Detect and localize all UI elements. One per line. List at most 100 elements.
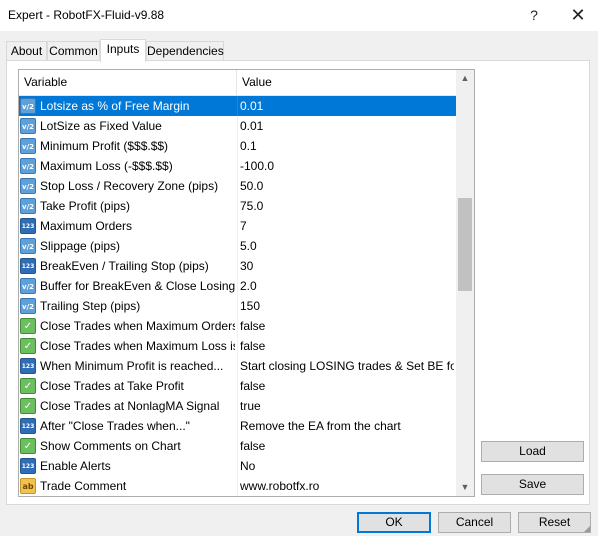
double-type-icon: v/2 bbox=[20, 138, 36, 154]
column-divider bbox=[237, 396, 238, 416]
variable-value[interactable]: 0.1 bbox=[239, 136, 454, 156]
table-row[interactable]: 123 BreakEven / Trailing Stop (pips) 30 bbox=[19, 256, 456, 276]
table-row[interactable]: v/2 Minimum Profit ($$$.$$) 0.1 bbox=[19, 136, 456, 156]
variable-name: Close Trades when Maximum Loss is r... bbox=[40, 339, 235, 353]
table-row[interactable]: v/2 Trailing Step (pips) 150 bbox=[19, 296, 456, 316]
resize-grip-icon[interactable]: ◢ bbox=[584, 523, 596, 535]
table-row[interactable]: v/2 Maximum Loss (-$$$.$$) -100.0 bbox=[19, 156, 456, 176]
table-row[interactable]: ✓ Close Trades when Maximum Orders is... f… bbox=[19, 316, 456, 336]
table-row[interactable]: ✓ Close Trades at NonlagMA Signal true bbox=[19, 396, 456, 416]
variable-name: Buffer for BreakEven & Close Losing Tr..… bbox=[40, 279, 235, 293]
cancel-button[interactable]: Cancel bbox=[438, 512, 511, 533]
variable-value[interactable]: 50.0 bbox=[239, 176, 454, 196]
variable-value[interactable]: 2.0 bbox=[239, 276, 454, 296]
variable-value[interactable]: false bbox=[239, 316, 454, 336]
integer-type-icon: 123 bbox=[20, 418, 36, 434]
column-divider bbox=[237, 456, 238, 476]
variable-value[interactable]: 0.01 bbox=[239, 96, 454, 116]
integer-type-icon: 123 bbox=[20, 258, 36, 274]
help-button[interactable]: ? bbox=[512, 3, 556, 27]
table-row[interactable]: v/2 Take Profit (pips) 75.0 bbox=[19, 196, 456, 216]
column-divider bbox=[237, 96, 238, 116]
variable-name: Show Comments on Chart bbox=[40, 439, 181, 453]
table-row[interactable]: v/2 LotSize as Fixed Value 0.01 bbox=[19, 116, 456, 136]
ok-button[interactable]: OK bbox=[357, 512, 431, 533]
boolean-type-icon: ✓ bbox=[20, 438, 36, 454]
variable-value[interactable]: false bbox=[239, 436, 454, 456]
variable-value[interactable]: 5.0 bbox=[239, 236, 454, 256]
vertical-scrollbar[interactable]: ▲ ▼ bbox=[456, 70, 474, 496]
tab-inputs[interactable]: Inputs bbox=[100, 39, 146, 62]
grid-header: Variable Value bbox=[19, 70, 456, 96]
inputs-grid: Variable Value v/2 Lotsize as % of Free M… bbox=[18, 69, 475, 497]
variable-value[interactable]: www.robotfx.ro bbox=[239, 476, 454, 496]
double-type-icon: v/2 bbox=[20, 198, 36, 214]
integer-type-icon: 123 bbox=[20, 458, 36, 474]
table-row[interactable]: v/2 Slippage (pips) 5.0 bbox=[19, 236, 456, 256]
table-row[interactable]: ✓ Close Trades when Maximum Loss is r... f… bbox=[19, 336, 456, 356]
inputs-panel: Variable Value v/2 Lotsize as % of Free M… bbox=[6, 60, 590, 505]
column-divider bbox=[237, 256, 238, 276]
variable-value[interactable]: No bbox=[239, 456, 454, 476]
variable-name: Enable Alerts bbox=[40, 459, 111, 473]
table-row[interactable]: v/2 Lotsize as % of Free Margin 0.01 bbox=[19, 96, 456, 116]
reset-button[interactable]: Reset bbox=[518, 512, 591, 533]
column-divider bbox=[237, 316, 238, 336]
column-divider bbox=[237, 156, 238, 176]
tab-common[interactable]: Common bbox=[47, 41, 100, 61]
save-button[interactable]: Save bbox=[481, 474, 584, 495]
column-divider bbox=[237, 116, 238, 136]
title-bar: Expert - RobotFX-Fluid-v9.88 ? ✕ bbox=[0, 0, 598, 31]
tab-about[interactable]: About bbox=[6, 41, 47, 61]
variable-name: Close Trades at NonlagMA Signal bbox=[40, 399, 220, 413]
table-row[interactable]: v/2 Buffer for BreakEven & Close Losing T… bbox=[19, 276, 456, 296]
variable-name: BreakEven / Trailing Stop (pips) bbox=[40, 259, 209, 273]
close-button[interactable]: ✕ bbox=[556, 3, 598, 27]
variable-name: Trade Comment bbox=[40, 479, 127, 493]
column-header-value[interactable]: Value bbox=[237, 70, 456, 95]
variable-name: Minimum Profit ($$$.$$) bbox=[40, 139, 169, 153]
column-header-variable[interactable]: Variable bbox=[19, 70, 237, 95]
variable-value[interactable]: 150 bbox=[239, 296, 454, 316]
column-divider bbox=[237, 136, 238, 156]
integer-type-icon: 123 bbox=[20, 358, 36, 374]
double-type-icon: v/2 bbox=[20, 118, 36, 134]
table-row[interactable]: v/2 Stop Loss / Recovery Zone (pips) 50.0 bbox=[19, 176, 456, 196]
table-row[interactable]: 123 After "Close Trades when..." Remove th… bbox=[19, 416, 456, 436]
variable-value[interactable]: false bbox=[239, 336, 454, 356]
load-button[interactable]: Load bbox=[481, 441, 584, 462]
string-type-icon: ab bbox=[20, 478, 36, 494]
table-row[interactable]: ab Trade Comment www.robotfx.ro bbox=[19, 476, 456, 496]
boolean-type-icon: ✓ bbox=[20, 318, 36, 334]
scrollbar-thumb[interactable] bbox=[458, 198, 472, 291]
table-row[interactable]: 123 Enable Alerts No bbox=[19, 456, 456, 476]
double-type-icon: v/2 bbox=[20, 178, 36, 194]
boolean-type-icon: ✓ bbox=[20, 338, 36, 354]
scroll-down-arrow-icon[interactable]: ▼ bbox=[456, 479, 474, 496]
column-divider bbox=[237, 356, 238, 376]
boolean-type-icon: ✓ bbox=[20, 398, 36, 414]
variable-value[interactable]: 30 bbox=[239, 256, 454, 276]
variable-name: Close Trades at Take Profit bbox=[40, 379, 184, 393]
table-row[interactable]: 123 When Minimum Profit is reached... Star… bbox=[19, 356, 456, 376]
grid-rows: v/2 Lotsize as % of Free Margin 0.01 v/2 Lot… bbox=[19, 96, 456, 496]
variable-value[interactable]: false bbox=[239, 376, 454, 396]
variable-value[interactable]: -100.0 bbox=[239, 156, 454, 176]
variable-value[interactable]: 7 bbox=[239, 216, 454, 236]
variable-value[interactable]: Start closing LOSING trades & Set BE for… bbox=[239, 356, 454, 376]
table-row[interactable]: ✓ Close Trades at Take Profit false bbox=[19, 376, 456, 396]
scroll-up-arrow-icon[interactable]: ▲ bbox=[456, 70, 474, 87]
variable-name: Lotsize as % of Free Margin bbox=[40, 99, 190, 113]
variable-name: When Minimum Profit is reached... bbox=[40, 359, 224, 373]
table-row[interactable]: ✓ Show Comments on Chart false bbox=[19, 436, 456, 456]
table-row[interactable]: 123 Maximum Orders 7 bbox=[19, 216, 456, 236]
variable-value[interactable]: 75.0 bbox=[239, 196, 454, 216]
variable-value[interactable]: true bbox=[239, 396, 454, 416]
variable-value[interactable]: Remove the EA from the chart bbox=[239, 416, 454, 436]
variable-name: After "Close Trades when..." bbox=[40, 419, 190, 433]
column-divider bbox=[237, 196, 238, 216]
column-divider bbox=[237, 296, 238, 316]
variable-value[interactable]: 0.01 bbox=[239, 116, 454, 136]
column-divider bbox=[237, 416, 238, 436]
tab-dependencies[interactable]: Dependencies bbox=[146, 41, 224, 61]
